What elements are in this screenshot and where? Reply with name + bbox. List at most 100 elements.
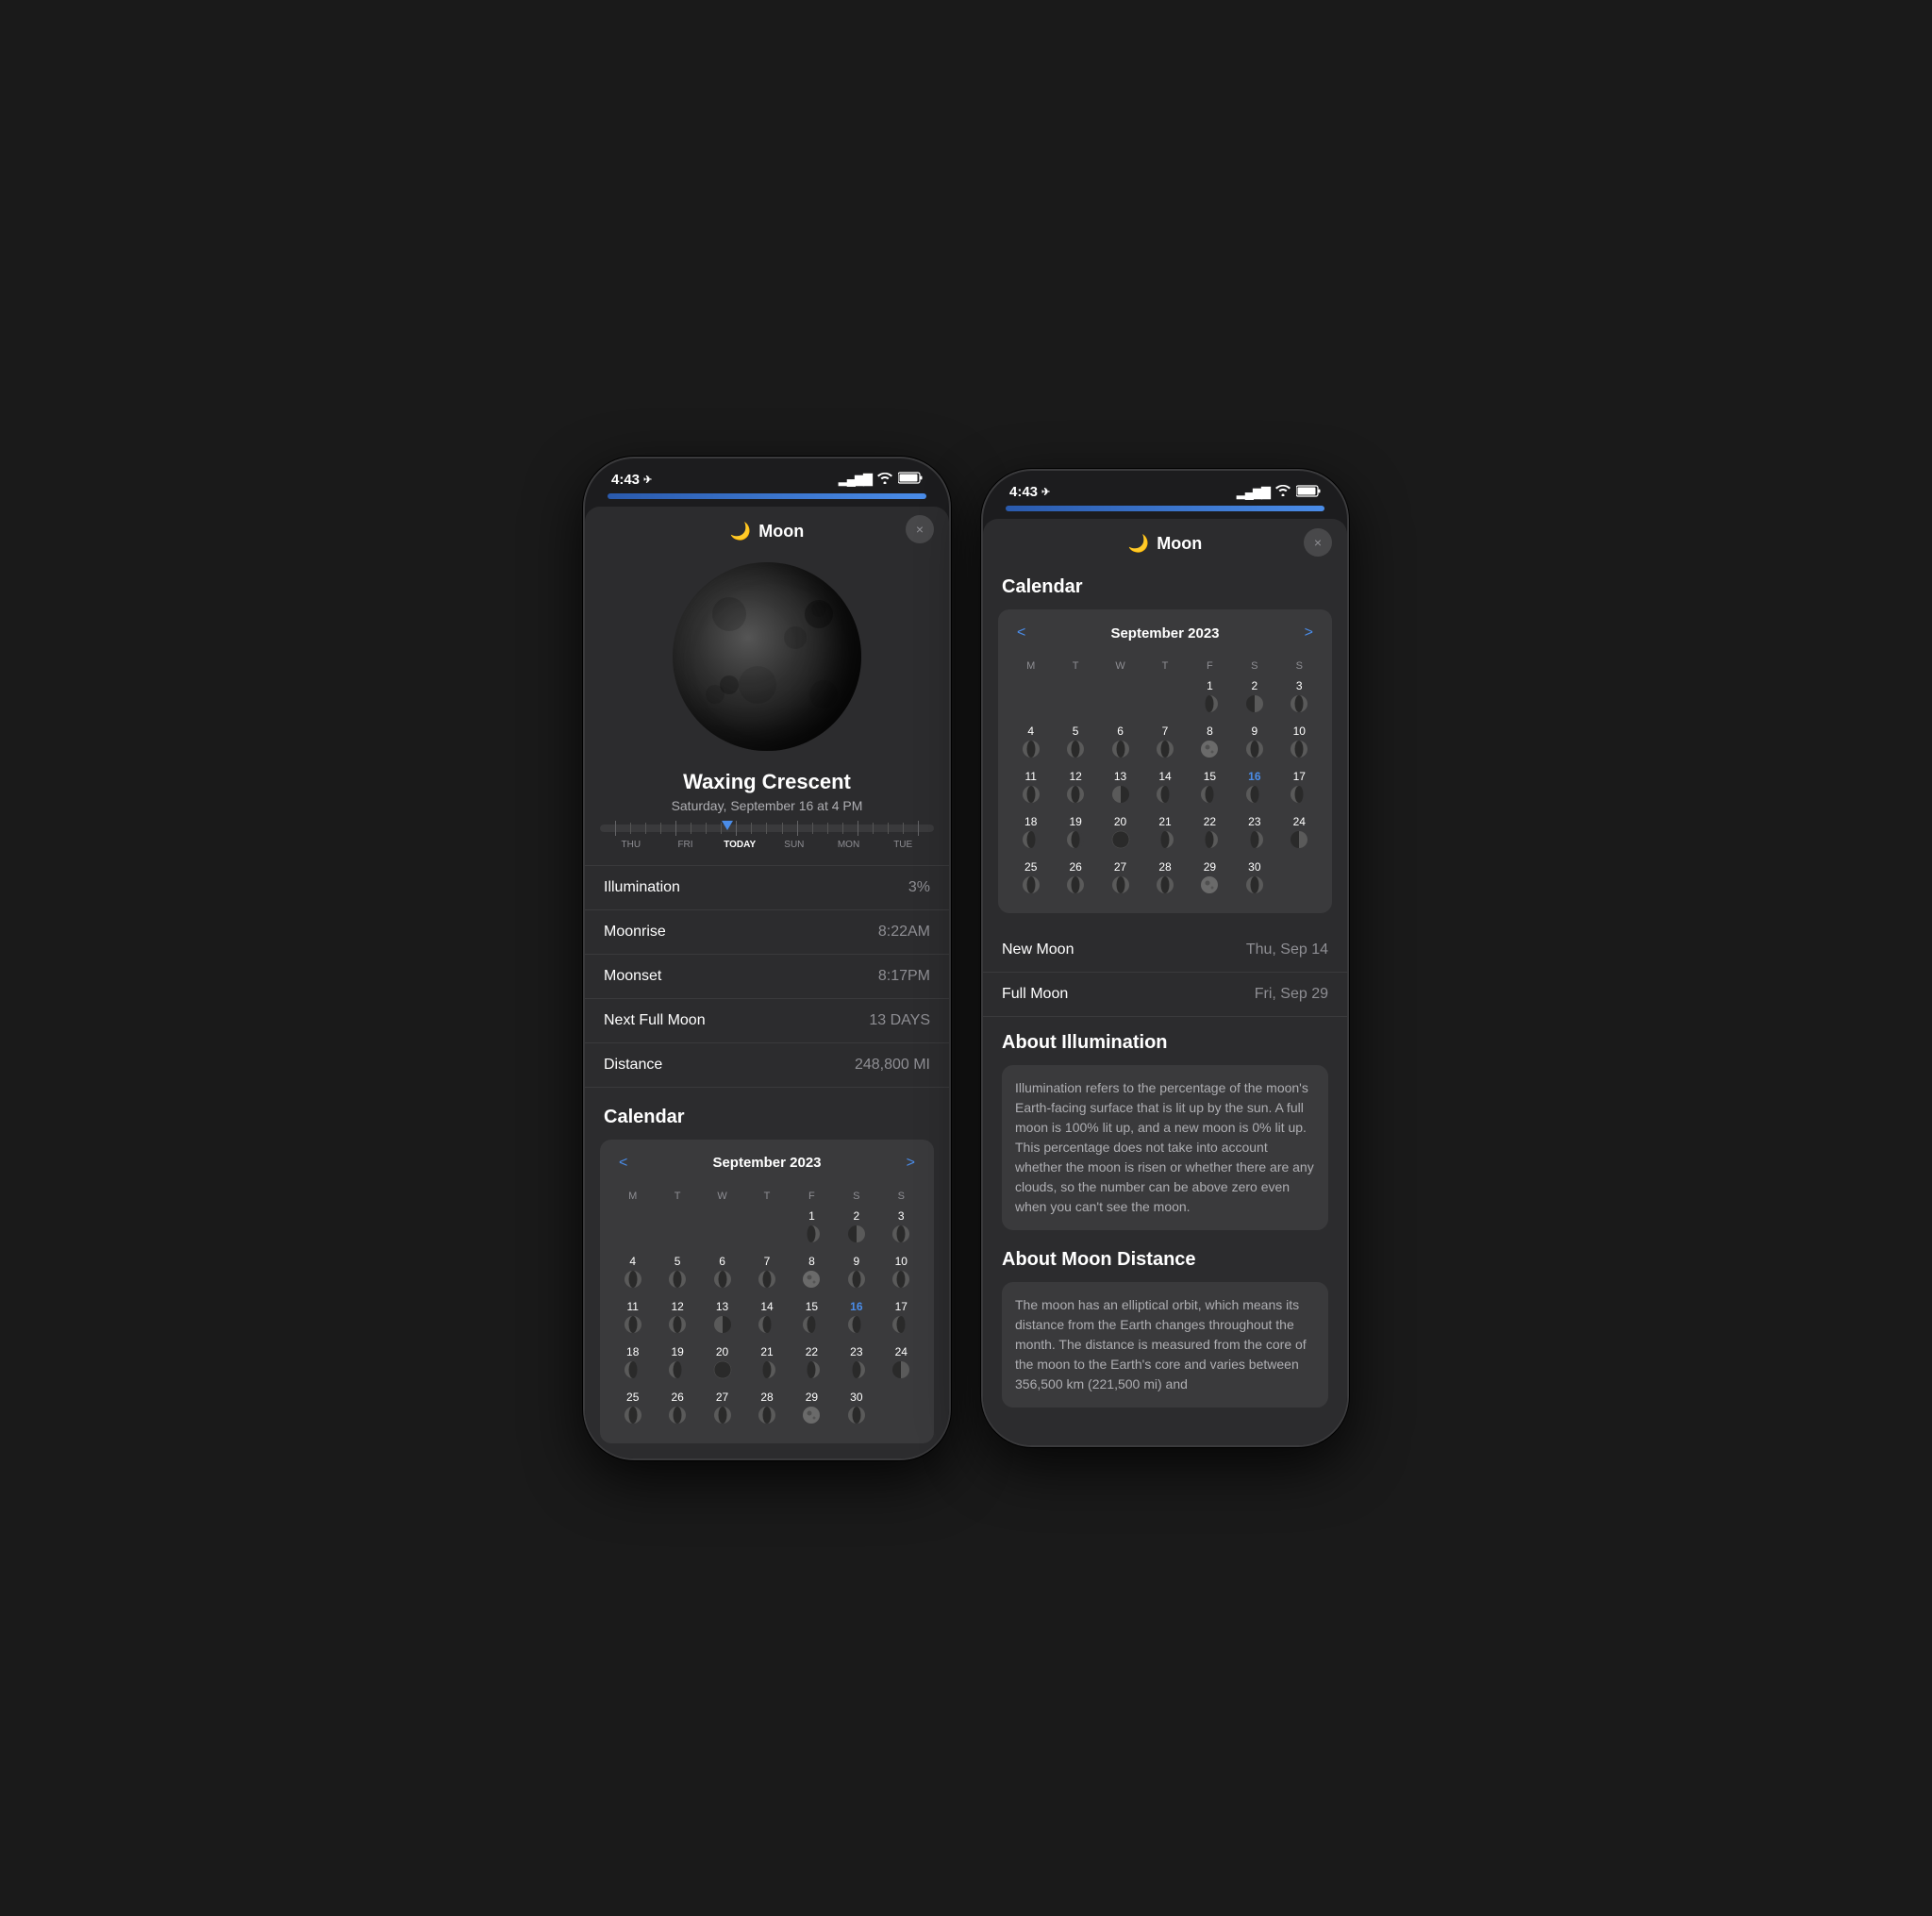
calendar-day[interactable]: 30 (835, 1389, 877, 1432)
calendar-day[interactable]: 15 (791, 1298, 833, 1341)
close-button-left[interactable]: × (906, 515, 934, 543)
calendar-next-cal-right[interactable]: > (1297, 621, 1321, 645)
info-label-distance: Distance (604, 1057, 662, 1074)
calendar-day[interactable]: 2 (1233, 677, 1275, 721)
calendar-day[interactable]: 28 (1143, 858, 1186, 902)
calendar-day[interactable]: 21 (1143, 813, 1186, 857)
calendar-header-cal-right: < September 2023 > (1009, 621, 1321, 645)
moon-phase-icon (846, 1314, 867, 1340)
calendar-prev-cal-right[interactable]: < (1009, 621, 1033, 645)
calendar-day[interactable]: 4 (611, 1253, 654, 1296)
calendar-day[interactable]: 19 (656, 1343, 698, 1387)
calendar-day[interactable]: 25 (1009, 858, 1052, 902)
calendar-day[interactable]: 22 (1189, 813, 1231, 857)
calendar-day[interactable]: 8 (1189, 723, 1231, 766)
calendar-day[interactable]: 17 (1278, 768, 1321, 811)
calendar-day[interactable]: 1 (791, 1208, 833, 1251)
modal-content-left[interactable]: Waxing Crescent Saturday, September 16 a… (585, 553, 949, 1458)
calendar-day[interactable]: 23 (835, 1343, 877, 1387)
calendar-prev-cal-left[interactable]: < (611, 1151, 635, 1175)
calendar-title-left: Calendar (585, 1088, 949, 1140)
moon-phase-icon (1289, 829, 1309, 855)
calendar-day[interactable]: 29 (1189, 858, 1231, 902)
calendar-day[interactable]: 20 (1099, 813, 1141, 857)
calendar-day[interactable]: 13 (1099, 768, 1141, 811)
calendar-day[interactable]: 24 (880, 1343, 923, 1387)
moon-events-section: New Moon Thu, Sep 14 Full Moon Fri, Sep … (983, 928, 1347, 1017)
calendar-day[interactable]: 9 (835, 1253, 877, 1296)
moon-phase-icon (801, 1359, 822, 1385)
cal-date-number: 23 (850, 1345, 862, 1358)
calendar-header-cal-left: < September 2023 > (611, 1151, 923, 1175)
calendar-day[interactable]: 7 (745, 1253, 788, 1296)
calendar-day[interactable]: 12 (1054, 768, 1096, 811)
timeline-section-left[interactable]: THU FRI TODAY SUN MON TUE (585, 825, 949, 865)
calendar-day[interactable]: 5 (656, 1253, 698, 1296)
wifi-icon-left (877, 473, 892, 487)
calendar-day[interactable]: 22 (791, 1343, 833, 1387)
calendar-day[interactable]: 18 (1009, 813, 1052, 857)
calendar-day[interactable]: 25 (611, 1389, 654, 1432)
calendar-day[interactable]: 11 (1009, 768, 1052, 811)
calendar-day[interactable]: 27 (1099, 858, 1141, 902)
calendar-day (745, 1208, 788, 1251)
calendar-day[interactable]: 29 (791, 1389, 833, 1432)
calendar-day[interactable]: 7 (1143, 723, 1186, 766)
app-title-right: 🌙 Moon (1128, 534, 1202, 554)
calendar-day[interactable]: 5 (1054, 723, 1096, 766)
calendar-section-left: Calendar < September 2023 > MTWTFSS12345… (585, 1088, 949, 1443)
close-button-right[interactable]: × (1304, 528, 1332, 557)
modal-sheet-right: 🌙 Moon × Calendar < September 2023 > MTW… (983, 519, 1347, 1445)
calendar-day[interactable]: 9 (1233, 723, 1275, 766)
calendar-day[interactable]: 23 (1233, 813, 1275, 857)
calendar-day[interactable]: 6 (1099, 723, 1141, 766)
moon-phase-icon (1244, 739, 1265, 764)
calendar-day[interactable]: 12 (656, 1298, 698, 1341)
calendar-day[interactable]: 6 (701, 1253, 743, 1296)
calendar-day[interactable]: 3 (880, 1208, 923, 1251)
cal-date-number: 1 (1207, 679, 1213, 692)
calendar-day[interactable]: 2 (835, 1208, 877, 1251)
calendar-day[interactable]: 18 (611, 1343, 654, 1387)
calendar-day[interactable]: 16 (1233, 768, 1275, 811)
modal-sheet-left: 🌙 Moon × (585, 507, 949, 1458)
calendar-day[interactable]: 26 (1054, 858, 1096, 902)
moon-phase-icon (1021, 875, 1041, 900)
calendar-day[interactable]: 26 (656, 1389, 698, 1432)
calendar-day[interactable]: 24 (1278, 813, 1321, 857)
cal-date-number: 11 (626, 1300, 638, 1313)
calendar-day[interactable]: 19 (1054, 813, 1096, 857)
cal-date-number: 3 (898, 1209, 905, 1223)
status-icons-right: ▂▄▆▇ (1237, 485, 1321, 500)
cal-date-number: 20 (1114, 815, 1126, 828)
calendar-day[interactable]: 1 (1189, 677, 1231, 721)
calendar-day[interactable]: 15 (1189, 768, 1231, 811)
calendar-day[interactable]: 14 (745, 1298, 788, 1341)
calendar-day[interactable]: 14 (1143, 768, 1186, 811)
calendar-left[interactable]: < September 2023 > MTWTFSS12345678910111… (600, 1140, 934, 1443)
cal-date-number: 12 (1069, 770, 1081, 783)
calendar-day[interactable]: 10 (1278, 723, 1321, 766)
calendar-day[interactable]: 17 (880, 1298, 923, 1341)
calendar-next-cal-left[interactable]: > (899, 1151, 923, 1175)
cal-weekday-header: T (1143, 657, 1186, 675)
calendar-day[interactable]: 11 (611, 1298, 654, 1341)
calendar-day[interactable]: 13 (701, 1298, 743, 1341)
calendar-day[interactable]: 27 (701, 1389, 743, 1432)
calendar-day[interactable]: 8 (791, 1253, 833, 1296)
right-scroll-content[interactable]: Calendar < September 2023 > MTWTFSS12345… (983, 565, 1347, 1445)
calendar-day[interactable]: 10 (880, 1253, 923, 1296)
calendar-day[interactable]: 30 (1233, 858, 1275, 902)
calendar-day[interactable]: 21 (745, 1343, 788, 1387)
moon-phase-icon (1110, 784, 1131, 809)
cal-date-number: 25 (626, 1391, 639, 1404)
moon-phase-icon (712, 1269, 733, 1294)
calendar-right[interactable]: < September 2023 > MTWTFSS12345678910111… (998, 609, 1332, 913)
calendar-day[interactable]: 4 (1009, 723, 1052, 766)
moon-phase-icon (891, 1224, 911, 1249)
calendar-day (656, 1208, 698, 1251)
calendar-day[interactable]: 20 (701, 1343, 743, 1387)
calendar-day[interactable]: 3 (1278, 677, 1321, 721)
calendar-day[interactable]: 28 (745, 1389, 788, 1432)
calendar-day[interactable]: 16 (835, 1298, 877, 1341)
